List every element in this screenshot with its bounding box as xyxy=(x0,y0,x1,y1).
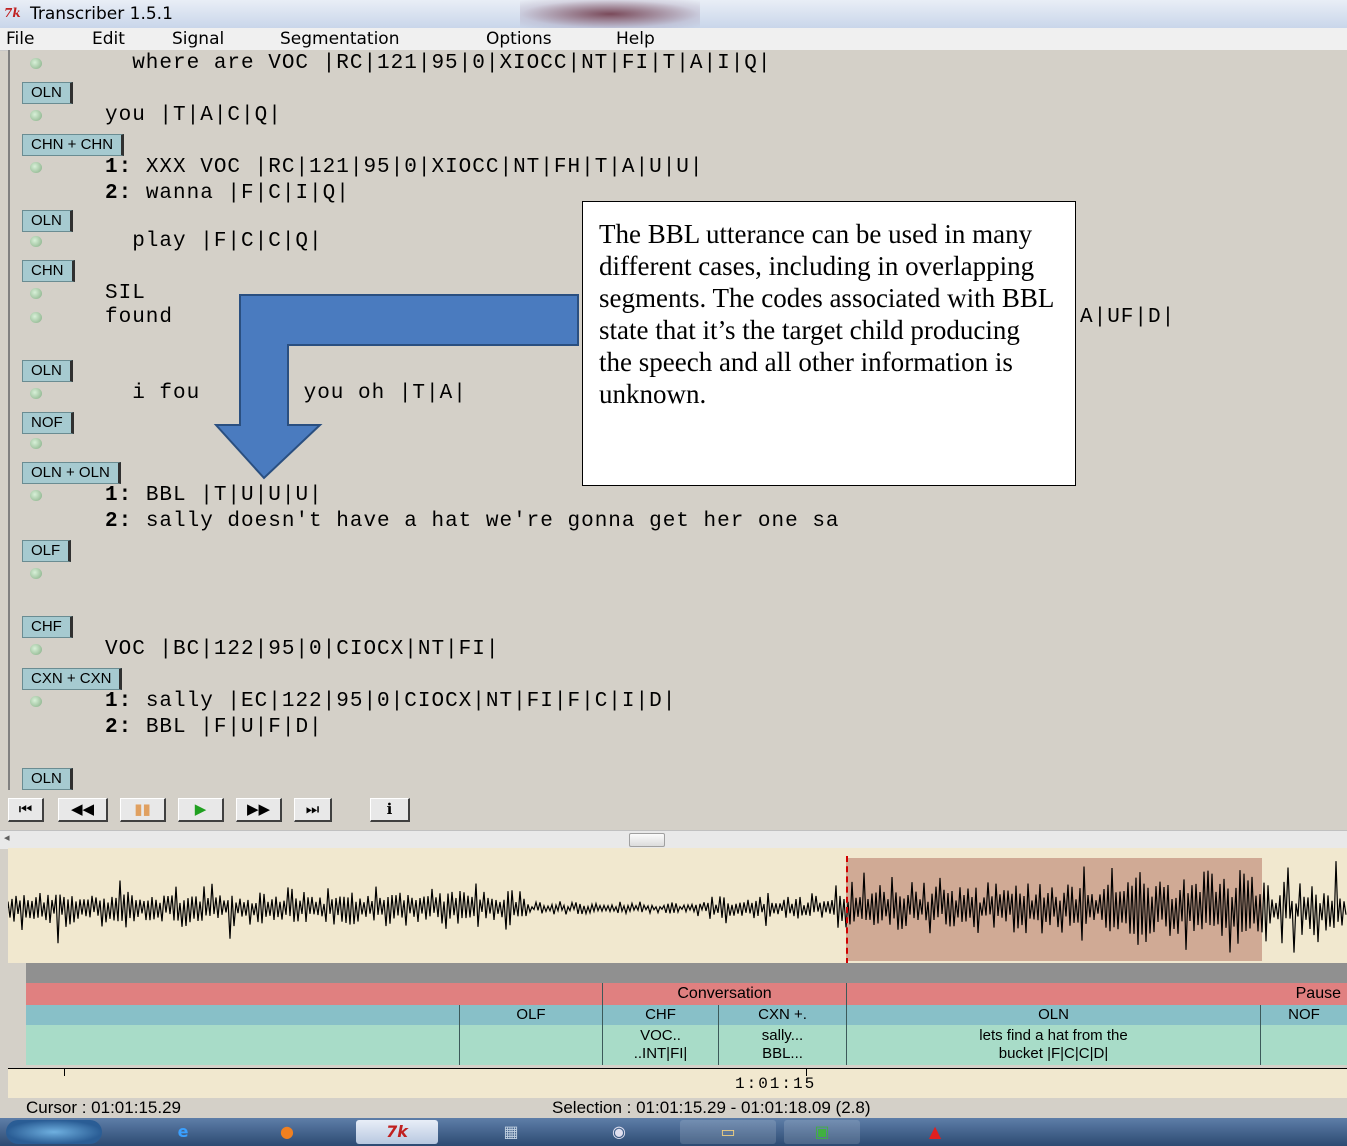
timeline-ruler[interactable]: 1:01:15 xyxy=(8,1068,1347,1098)
paint-icon[interactable]: ◉ xyxy=(586,1120,652,1144)
skip-start-button[interactable]: ⏮ xyxy=(8,798,44,822)
segment-track: VOC.. ..INT|FI| sally... BBL... lets fin… xyxy=(26,1025,1347,1065)
transport-controls: ⏮ ◀◀ ▮▮ ▶ ▶▶ ⏭ ℹ xyxy=(0,790,1347,830)
ruler-tick xyxy=(64,1068,65,1076)
ie-icon[interactable]: e xyxy=(150,1120,216,1144)
selection-range: Selection : 01:01:15.29 - 01:01:18.09 (2… xyxy=(552,1098,871,1117)
skip-end-button[interactable]: ⏭ xyxy=(294,798,332,822)
waveform-signal xyxy=(8,861,1347,953)
speaker-segment[interactable]: NOF xyxy=(1261,1005,1347,1025)
excel-icon[interactable]: ▣ xyxy=(784,1120,860,1144)
calculator-icon[interactable]: ▦ xyxy=(478,1120,544,1144)
segment-text: ..INT|FI| xyxy=(633,1045,688,1062)
rewind-button[interactable]: ◀◀ xyxy=(58,798,108,822)
topic-segment[interactable] xyxy=(26,983,603,1005)
segment-text: lets find a hat from the xyxy=(979,1027,1128,1044)
start-orb[interactable] xyxy=(6,1120,102,1144)
fast-forward-button[interactable]: ▶▶ xyxy=(236,798,282,822)
waveform-view[interactable] xyxy=(8,848,1347,963)
speaker-segment[interactable] xyxy=(26,1005,460,1025)
status-bar: Cursor : 01:01:15.29 Selection : 01:01:1… xyxy=(0,1098,1347,1118)
speaker-segment[interactable]: OLN xyxy=(847,1005,1261,1025)
transcript-segment[interactable]: sally... BBL... xyxy=(719,1025,847,1065)
transcript-segment[interactable] xyxy=(460,1025,603,1065)
segment-text: bucket |F|C|C|D| xyxy=(998,1045,1109,1062)
speaker-segment[interactable]: OLF xyxy=(460,1005,603,1025)
section-track xyxy=(26,963,1347,983)
speaker-segment[interactable]: CXN +. xyxy=(719,1005,847,1025)
pause-button[interactable]: ▮▮ xyxy=(120,798,166,822)
transcriber-icon[interactable]: 7k xyxy=(356,1120,438,1144)
windows-taskbar: e ● 7k ▦ ◉ ▭ ▣ ▲ xyxy=(0,1118,1347,1146)
play-button[interactable]: ▶ xyxy=(178,798,224,822)
segment-text: VOC.. xyxy=(640,1027,681,1044)
playback-cursor[interactable] xyxy=(846,856,848,963)
transcript-segment[interactable] xyxy=(26,1025,460,1065)
transcript-segment[interactable]: VOC.. ..INT|FI| xyxy=(603,1025,719,1065)
segment-tracks: Conversation Pause OLF CHF CXN +. OLN NO… xyxy=(8,963,1347,1068)
transcript-segment[interactable]: lets find a hat from the bucket |F|C|C|D… xyxy=(847,1025,1261,1065)
annotation-callout: The BBL utterance can be used in many di… xyxy=(582,201,1076,486)
topic-segment[interactable]: Conversation xyxy=(603,983,847,1005)
topic-track: Conversation Pause xyxy=(26,983,1347,1005)
scroll-left-icon[interactable]: ◂ xyxy=(4,831,10,844)
transcript-segment[interactable] xyxy=(1261,1025,1347,1065)
firefox-icon[interactable]: ● xyxy=(262,1120,312,1144)
ruler-label: 1:01:15 xyxy=(735,1075,817,1093)
topic-segment[interactable]: Pause xyxy=(847,983,1347,1005)
cursor-time: Cursor : 01:01:15.29 xyxy=(26,1098,181,1117)
acrobat-icon[interactable]: ▲ xyxy=(910,1120,960,1144)
speaker-track: OLF CHF CXN +. OLN NOF xyxy=(26,1005,1347,1025)
scroll-thumb[interactable] xyxy=(629,833,665,847)
speaker-segment[interactable]: CHF xyxy=(603,1005,719,1025)
segment-text: BBL... xyxy=(762,1045,803,1062)
segment-text: sally... xyxy=(761,1027,804,1044)
explorer-icon[interactable]: ▭ xyxy=(680,1120,776,1144)
ruler-line xyxy=(8,1068,1347,1069)
info-button[interactable]: ℹ xyxy=(370,798,410,822)
timeline-scrollbar[interactable]: ◂ xyxy=(0,830,1347,849)
